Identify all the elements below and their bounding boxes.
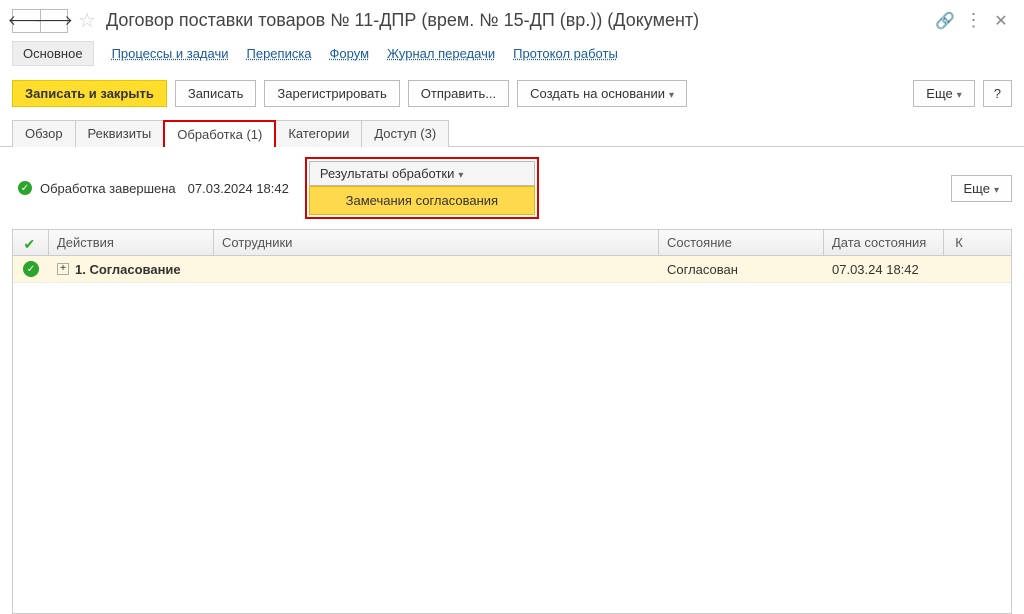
table-header: ✔ Действия Сотрудники Состояние Дата сос… bbox=[13, 230, 1011, 256]
kebab-menu-icon[interactable]: ⋮ bbox=[962, 10, 984, 32]
th-k[interactable]: К bbox=[944, 230, 974, 255]
more-button[interactable]: Еще bbox=[913, 80, 974, 107]
th-state-date[interactable]: Дата состояния bbox=[824, 230, 944, 255]
results-dropdown-label: Результаты обработки bbox=[320, 166, 455, 181]
register-button[interactable]: Зарегистрировать bbox=[264, 80, 399, 107]
status-text: Обработка завершена bbox=[40, 181, 176, 196]
create-based-button[interactable]: Создать на основании bbox=[517, 80, 687, 107]
processing-table: ✔ Действия Сотрудники Состояние Дата сос… bbox=[12, 229, 1012, 614]
chevron-down-icon bbox=[458, 166, 463, 181]
tab-overview[interactable]: Обзор bbox=[12, 120, 76, 147]
title-bar: 🡐 🡒 ☆ Договор поставки товаров № 11-ДПР … bbox=[0, 0, 1024, 37]
row-employee bbox=[214, 256, 659, 282]
nav-work-protocol[interactable]: Протокол работы bbox=[513, 46, 618, 61]
table-empty-area bbox=[13, 283, 1011, 613]
more-label: Еще bbox=[926, 86, 952, 101]
close-icon[interactable]: ✕ bbox=[990, 10, 1012, 32]
table-row[interactable]: ✓ + 1. Согласование Согласован 07.03.24 … bbox=[13, 256, 1011, 283]
th-state[interactable]: Состояние bbox=[659, 230, 824, 255]
nav-processes[interactable]: Процессы и задачи bbox=[112, 46, 229, 61]
tab-access[interactable]: Доступ (3) bbox=[361, 120, 449, 147]
row-check-icon: ✓ bbox=[23, 261, 39, 277]
status-more-button[interactable]: Еще bbox=[951, 175, 1012, 202]
save-close-button[interactable]: Записать и закрыть bbox=[12, 80, 167, 107]
tabs: Обзор Реквизиты Обработка (1) Категории … bbox=[0, 119, 1024, 147]
nav-transfer-log[interactable]: Журнал передачи bbox=[387, 46, 495, 61]
th-employees[interactable]: Сотрудники bbox=[214, 230, 659, 255]
save-button[interactable]: Записать bbox=[175, 80, 257, 107]
status-more-label: Еще bbox=[964, 181, 990, 196]
help-button[interactable]: ? bbox=[983, 80, 1012, 107]
status-date: 07.03.2024 18:42 bbox=[188, 181, 289, 196]
th-check: ✔ bbox=[13, 230, 49, 255]
results-dropdown-button[interactable]: Результаты обработки bbox=[309, 161, 535, 186]
create-based-label: Создать на основании bbox=[530, 86, 665, 101]
dropdown-item-remarks[interactable]: Замечания согласования bbox=[309, 186, 535, 215]
forward-button[interactable]: 🡒 bbox=[40, 9, 68, 33]
status-bar: ✓ Обработка завершена 07.03.2024 18:42 Р… bbox=[0, 147, 1024, 225]
results-dropdown-highlight: Результаты обработки Замечания согласова… bbox=[305, 157, 539, 219]
row-action: 1. Согласование bbox=[75, 262, 181, 277]
row-state: Согласован bbox=[659, 256, 824, 282]
tab-processing[interactable]: Обработка (1) bbox=[163, 120, 276, 147]
link-icon[interactable]: 🔗 bbox=[934, 10, 956, 32]
toolbar: Записать и закрыть Записать Зарегистриро… bbox=[0, 76, 1024, 119]
send-button[interactable]: Отправить... bbox=[408, 80, 509, 107]
tab-categories[interactable]: Категории bbox=[275, 120, 362, 147]
check-icon: ✔ bbox=[24, 236, 38, 250]
nav-forum[interactable]: Форум bbox=[330, 46, 370, 61]
expand-icon[interactable]: + bbox=[57, 263, 69, 275]
row-state-date: 07.03.24 18:42 bbox=[824, 256, 944, 282]
row-k bbox=[944, 256, 974, 282]
status-check-icon: ✓ bbox=[18, 181, 32, 195]
th-actions[interactable]: Действия bbox=[49, 230, 214, 255]
nav-main[interactable]: Основное bbox=[12, 41, 94, 66]
favorite-star-icon[interactable]: ☆ bbox=[78, 8, 96, 33]
nav-correspondence[interactable]: Переписка bbox=[247, 46, 312, 61]
tab-requisites[interactable]: Реквизиты bbox=[75, 120, 165, 147]
document-title: Договор поставки товаров № 11-ДПР (врем.… bbox=[106, 10, 928, 31]
nav-links: Основное Процессы и задачи Переписка Фор… bbox=[0, 37, 1024, 76]
